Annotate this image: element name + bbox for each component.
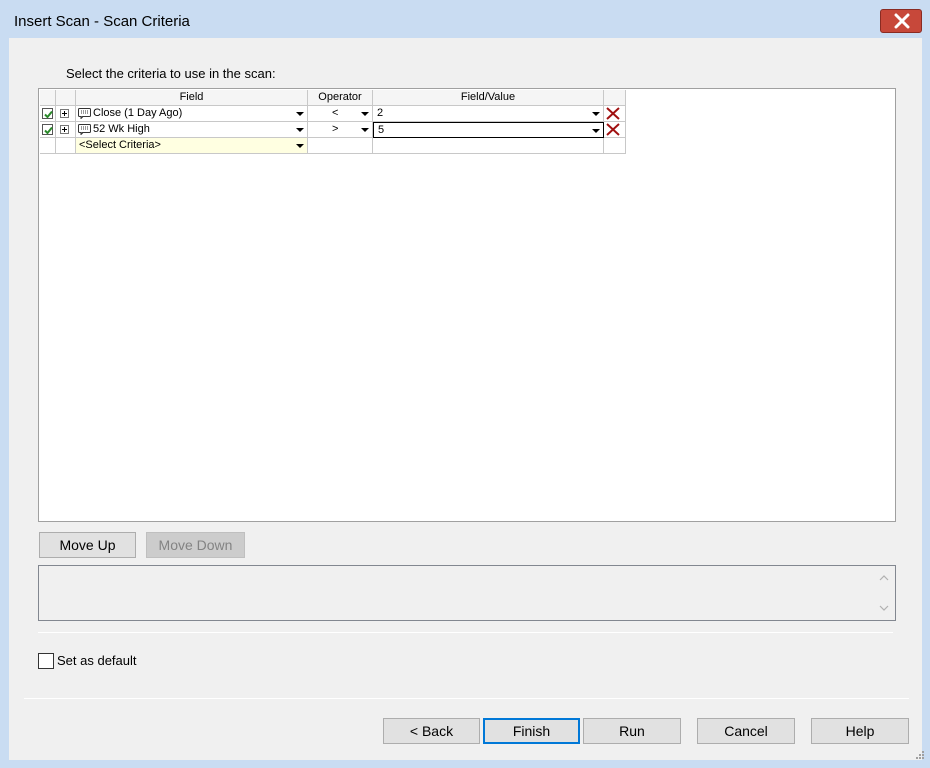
operator-dropdown[interactable]: < [308, 106, 373, 122]
header-operator[interactable]: Operator [308, 90, 373, 106]
header-field-value[interactable]: Field/Value [373, 90, 604, 106]
set-default-checkbox[interactable] [38, 653, 54, 669]
move-down-button[interactable]: Move Down [146, 532, 245, 558]
chevron-down-icon[interactable] [296, 128, 304, 132]
value-dropdown[interactable]: 5 [373, 122, 604, 138]
field-text: Close (1 Day Ago) [93, 107, 183, 119]
plus-icon[interactable] [60, 109, 69, 118]
check-icon [44, 110, 53, 119]
field-dropdown[interactable]: 52 Wk High [76, 122, 308, 138]
cancel-button[interactable]: Cancel [697, 718, 795, 744]
chevron-down-icon[interactable] [592, 112, 600, 116]
operator-text: > [332, 123, 339, 135]
operator-dropdown[interactable]: > [308, 122, 373, 138]
delete-cell [604, 106, 626, 122]
back-button[interactable]: < Back [383, 718, 480, 744]
title-bar[interactable]: Insert Scan - Scan Criteria [0, 0, 930, 38]
header-delete-cell [604, 90, 626, 106]
move-up-button[interactable]: Move Up [39, 532, 136, 558]
value-cell[interactable] [373, 138, 604, 154]
chevron-down-icon[interactable] [592, 129, 600, 133]
select-criteria-dropdown[interactable]: <Select Criteria> [76, 138, 308, 154]
plus-icon[interactable] [60, 125, 69, 134]
delete-cell [604, 122, 626, 138]
chevron-up-icon[interactable] [878, 573, 890, 583]
row-expand-cell [56, 122, 76, 138]
close-button[interactable] [880, 9, 922, 33]
resize-grip-icon[interactable] [913, 748, 925, 760]
chevron-down-icon[interactable] [296, 112, 304, 116]
instruction-label: Select the criteria to use in the scan: [66, 66, 276, 81]
header-expand-cell [56, 90, 76, 106]
field-text: 52 Wk High [93, 123, 150, 135]
operator-cell[interactable] [308, 138, 373, 154]
field-dropdown[interactable]: Close (1 Day Ago) [76, 106, 308, 122]
row-checkbox[interactable] [42, 124, 53, 135]
finish-button[interactable]: Finish [483, 718, 580, 744]
row-check-cell [40, 122, 56, 138]
chevron-down-icon[interactable] [296, 144, 304, 148]
delete-x-icon[interactable] [606, 107, 620, 120]
row-expand-cell [56, 106, 76, 122]
row-check-cell [40, 138, 56, 154]
header-check-cell [40, 90, 56, 106]
set-default-label[interactable]: Set as default [57, 653, 137, 668]
chevron-down-icon[interactable] [361, 112, 369, 116]
window-title: Insert Scan - Scan Criteria [14, 13, 190, 30]
delete-x-icon[interactable] [606, 123, 620, 136]
chevron-down-icon[interactable] [361, 128, 369, 132]
row-checkbox[interactable] [42, 108, 53, 119]
run-button[interactable]: Run [583, 718, 681, 744]
select-criteria-text: <Select Criteria> [79, 139, 161, 151]
help-button[interactable]: Help [811, 718, 909, 744]
operator-text: < [332, 107, 339, 119]
close-icon [894, 13, 910, 29]
value-text: 5 [378, 124, 385, 136]
divider [38, 632, 893, 633]
delete-cell [604, 138, 626, 154]
row-check-cell [40, 106, 56, 122]
value-dropdown[interactable]: 2 [373, 106, 604, 122]
row-expand-cell [56, 138, 76, 154]
chevron-down-icon[interactable] [878, 603, 890, 613]
description-box[interactable] [38, 565, 896, 621]
field-icon [78, 108, 91, 119]
dialog-window: Insert Scan - Scan Criteria Select the c… [0, 0, 930, 768]
header-field[interactable]: Field [76, 90, 308, 106]
value-text: 2 [377, 107, 384, 119]
field-icon [78, 124, 91, 135]
criteria-grid[interactable]: Field Operator Field/Value Close (1 Day … [38, 88, 896, 522]
divider [24, 698, 909, 699]
check-icon [44, 126, 53, 135]
